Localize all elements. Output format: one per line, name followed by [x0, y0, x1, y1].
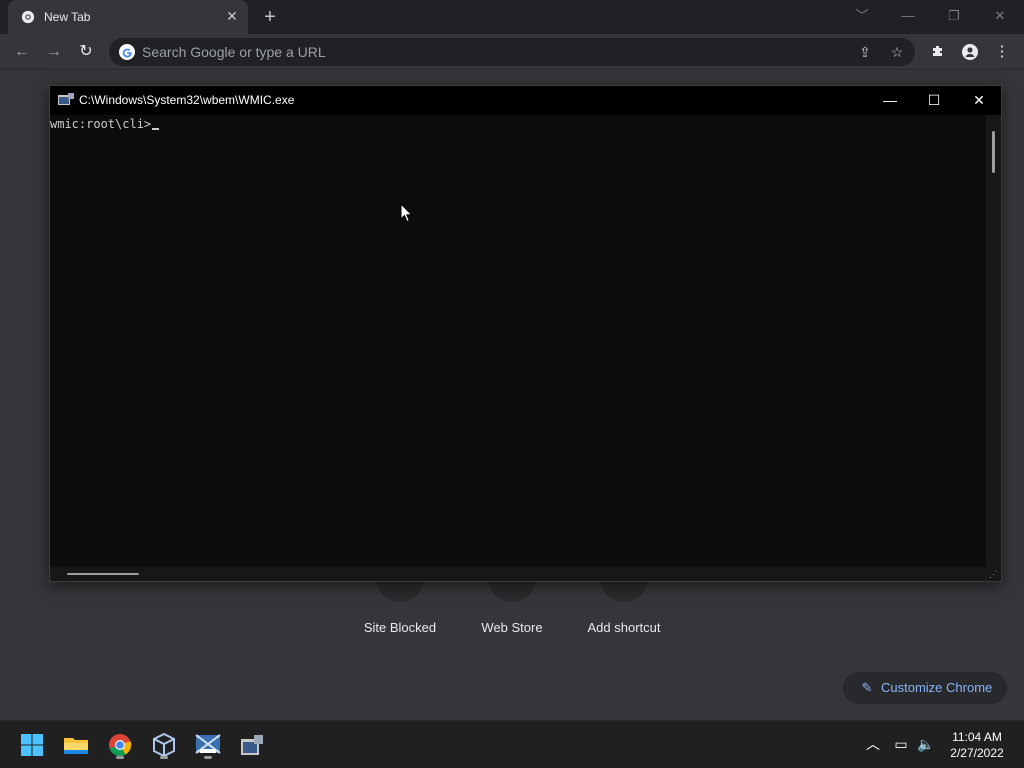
taskbar: ︿ ▭ 🔈 11:04 AM 2/27/2022: [0, 720, 1024, 768]
resize-grip-icon[interactable]: ⋰: [986, 567, 1001, 581]
omnibox[interactable]: ⇪ ☆: [109, 38, 915, 66]
vista-app-icon[interactable]: [192, 729, 224, 761]
horizontal-scrollbar[interactable]: [50, 567, 986, 581]
mouse-pointer-icon: [400, 203, 413, 223]
chrome-icon: [21, 10, 35, 24]
forward-button[interactable]: →: [42, 40, 66, 64]
reload-button[interactable]: ↻: [74, 40, 98, 64]
wmic-console-window[interactable]: C:\Windows\System32\wbem\WMIC.exe — ☐ ✕ …: [49, 85, 1002, 582]
back-button[interactable]: ←: [10, 40, 34, 64]
console-maximize-icon[interactable]: ☐: [912, 86, 956, 115]
console-minimize-icon[interactable]: —: [868, 86, 912, 115]
console-close-icon[interactable]: ✕: [957, 86, 1001, 115]
running-indicator: [204, 756, 212, 759]
tab-close-icon[interactable]: ✕: [224, 8, 240, 24]
new-tab-button[interactable]: +: [260, 7, 280, 27]
tab-search-icon[interactable]: ﹀: [852, 6, 872, 26]
text-cursor: [152, 128, 160, 130]
share-icon[interactable]: ⇪: [856, 43, 874, 61]
tray-chevron-icon[interactable]: ︿: [862, 733, 884, 755]
virtualbox-icon[interactable]: [148, 729, 180, 761]
wmic-icon: [58, 93, 74, 105]
extensions-icon[interactable]: [926, 40, 950, 64]
chrome-menu-icon[interactable]: ⋮: [990, 40, 1014, 64]
bookmark-star-icon[interactable]: ☆: [888, 43, 906, 61]
console-prompt-line: wmic:root\cli>: [50, 117, 160, 131]
restore-icon[interactable]: ❐: [944, 6, 964, 26]
shortcut-label: Add shortcut: [587, 620, 661, 635]
shortcut-label: Site Blocked: [363, 620, 437, 635]
customize-chrome-label: Customize Chrome: [881, 680, 993, 695]
tab-strip: New Tab ✕ + ﹀ — ❐ ✕: [0, 0, 1024, 34]
tab-new-tab[interactable]: New Tab ✕: [8, 0, 248, 34]
profile-icon[interactable]: [958, 40, 982, 64]
wmic-taskbar-icon[interactable]: [236, 729, 268, 761]
vertical-scroll-thumb[interactable]: [992, 131, 995, 173]
browser-toolbar: ← → ↻ ⇪ ☆ ⋮: [0, 34, 1024, 70]
close-window-icon[interactable]: ✕: [990, 6, 1010, 26]
clock[interactable]: 11:04 AM 2/27/2022: [940, 729, 1014, 761]
console-output[interactable]: wmic:root\cli>: [50, 115, 985, 567]
tab-title: New Tab: [44, 10, 91, 24]
running-indicator: [116, 756, 124, 759]
network-icon[interactable]: ▭: [890, 733, 912, 755]
volume-icon[interactable]: 🔈: [915, 733, 937, 755]
console-prompt: wmic:root\cli>: [50, 117, 152, 131]
chrome-taskbar-icon[interactable]: [104, 729, 136, 761]
file-explorer-icon[interactable]: [60, 729, 92, 761]
pencil-icon: ✎: [861, 680, 873, 695]
running-indicator: [160, 756, 168, 759]
console-titlebar[interactable]: C:\Windows\System32\wbem\WMIC.exe — ☐ ✕: [50, 86, 1001, 115]
clock-time: 11:04 AM: [952, 730, 1002, 744]
console-title: C:\Windows\System32\wbem\WMIC.exe: [79, 93, 295, 107]
vertical-scrollbar[interactable]: [986, 115, 1001, 567]
omnibox-input[interactable]: [142, 38, 742, 66]
start-icon[interactable]: [16, 729, 48, 761]
minimize-icon[interactable]: —: [898, 6, 918, 26]
clock-date: 2/27/2022: [950, 746, 1004, 760]
horizontal-scroll-thumb[interactable]: [67, 573, 139, 575]
shortcut-label: Web Store: [481, 620, 543, 635]
google-g-icon: [119, 44, 135, 60]
customize-chrome-button[interactable]: ✎ Customize Chrome: [843, 672, 1007, 704]
